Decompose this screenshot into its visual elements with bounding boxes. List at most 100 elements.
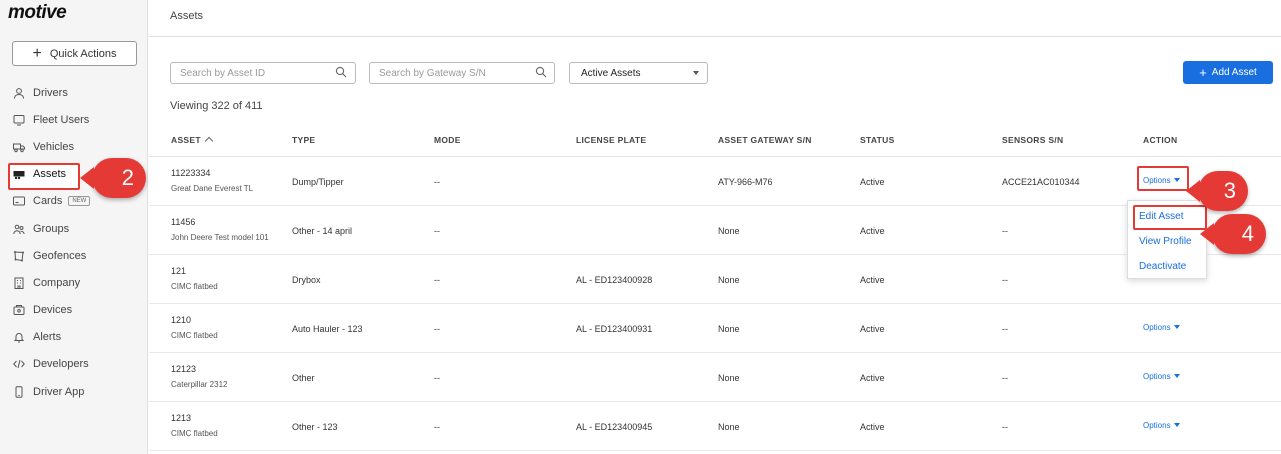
asset-mode: -- <box>434 226 440 236</box>
motive-logo[interactable]: motive <box>8 2 67 24</box>
sidebar-item-label: Assets <box>33 168 67 181</box>
asset-id[interactable]: 12123 <box>171 364 196 374</box>
sort-asc-icon <box>204 136 214 146</box>
asset-sensors: -- <box>1002 324 1008 334</box>
table-row[interactable]: 11456 John Deere Test model 101 Other - … <box>149 206 1281 255</box>
column-mode: MODE <box>434 135 461 145</box>
table-header: ASSET TYPE MODE LICENSE PLATE ASSET GATE… <box>149 128 1281 157</box>
asset-status-select[interactable]: Active Assets <box>569 62 708 84</box>
top-bar: Assets <box>149 0 1281 37</box>
asset-license-plate: AL - ED123400931 <box>576 324 653 334</box>
sidebar-item-label: Geofences <box>33 249 87 262</box>
column-sensors: SENSORS S/N <box>1002 135 1064 145</box>
asset-name: John Deere Test model 101 <box>171 233 269 242</box>
column-asset[interactable]: ASSET <box>171 135 214 146</box>
trailer-icon <box>13 168 25 180</box>
quick-actions-label: Quick Actions <box>49 47 117 60</box>
options-highlight <box>1137 166 1189 191</box>
column-license-plate: LICENSE PLATE <box>576 135 647 145</box>
table-row[interactable]: 121 CIMC flatbed Drybox -- AL - ED123400… <box>149 255 1281 304</box>
sidebar-item-driver-app[interactable]: Driver App <box>0 378 148 405</box>
table-row[interactable]: 11223334 Great Dane Everest TL Dump/Tipp… <box>149 157 1281 206</box>
asset-search-input[interactable] <box>170 62 356 84</box>
sidebar-item-devices[interactable]: Devices <box>0 297 148 324</box>
bell-icon <box>13 331 25 343</box>
options-button[interactable]: Options <box>1143 372 1180 381</box>
asset-name: Great Dane Everest TL <box>171 184 254 193</box>
sidebar-item-label: Cards <box>33 195 63 208</box>
asset-gateway: None <box>718 422 740 432</box>
sidebar-item-vehicles[interactable]: Vehicles <box>0 133 148 160</box>
asset-status: Active <box>860 226 885 236</box>
viewing-count: Viewing 322 of 411 <box>170 100 263 112</box>
sidebar-item-label: Drivers <box>33 86 68 99</box>
sidebar-item-alerts[interactable]: Alerts <box>0 324 148 351</box>
column-action: ACTION <box>1143 135 1178 145</box>
search-icon[interactable] <box>335 66 347 78</box>
table-row[interactable]: 12123 Caterpillar 2312 Other -- None Act… <box>149 353 1281 402</box>
sidebar-item-fleet-users[interactable]: Fleet Users <box>0 106 148 133</box>
asset-id[interactable]: 1210 <box>171 315 191 325</box>
asset-status: Active <box>860 177 885 187</box>
options-label: Options <box>1143 323 1171 332</box>
gateway-search-input[interactable] <box>369 62 555 84</box>
asset-sensors: -- <box>1002 422 1008 432</box>
chevron-down-icon <box>693 71 699 75</box>
search-icon[interactable] <box>535 66 547 78</box>
building-icon <box>13 277 25 289</box>
asset-gateway: None <box>718 275 740 285</box>
sidebar-item-label: Vehicles <box>33 140 74 153</box>
asset-status: Active <box>860 422 885 432</box>
sidebar-item-developers[interactable]: Developers <box>0 351 148 378</box>
asset-type: Other <box>292 373 315 383</box>
asset-status: Active <box>860 324 885 334</box>
sidebar-item-label: Driver App <box>33 385 85 398</box>
step-callout-2: 2 <box>80 158 146 198</box>
quick-actions-button[interactable]: + Quick Actions <box>12 41 137 66</box>
options-button[interactable]: Options <box>1143 421 1180 430</box>
asset-id[interactable]: 11223334 <box>171 168 210 178</box>
step-callout-4: 4 <box>1200 214 1266 254</box>
column-asset-gateway: ASSET GATEWAY S/N <box>718 135 812 145</box>
asset-gateway: None <box>718 226 740 236</box>
step-callout-3: 3 <box>1186 171 1248 211</box>
truck-icon <box>13 141 25 153</box>
asset-sensors: -- <box>1002 373 1008 383</box>
asset-status: Active <box>860 275 885 285</box>
options-button[interactable]: Options <box>1143 323 1180 332</box>
monitor-icon <box>13 114 25 126</box>
deactivate-menu-item[interactable]: Deactivate <box>1139 261 1186 272</box>
asset-id[interactable]: 11456 <box>171 217 195 227</box>
plus-icon: + <box>1199 65 1207 80</box>
sidebar-item-groups[interactable]: Groups <box>0 215 148 242</box>
options-label: Options <box>1143 421 1171 430</box>
plus-icon: + <box>32 44 42 62</box>
caret-down-icon <box>1173 374 1180 378</box>
asset-name: CIMC flatbed <box>171 282 218 291</box>
asset-license-plate: AL - ED123400945 <box>576 422 653 432</box>
asset-id[interactable]: 1213 <box>171 413 191 423</box>
asset-type: Other - 14 april <box>292 226 353 236</box>
asset-id[interactable]: 121 <box>171 266 186 276</box>
column-type: TYPE <box>292 135 316 145</box>
column-status: STATUS <box>860 135 895 145</box>
asset-type: Other - 123 <box>292 422 338 432</box>
asset-type: Dump/Tipper <box>292 177 344 187</box>
column-asset-label: ASSET <box>171 135 201 145</box>
caret-down-icon <box>1173 325 1180 329</box>
sidebar-item-company[interactable]: Company <box>0 269 148 296</box>
asset-name: CIMC flatbed <box>171 331 218 340</box>
sidebar-item-geofences[interactable]: Geofences <box>0 242 148 269</box>
sidebar-item-label: Fleet Users <box>33 113 90 126</box>
view-profile-menu-item[interactable]: View Profile <box>1139 236 1192 247</box>
table-row[interactable]: 1210 CIMC flatbed Auto Hauler - 123 -- A… <box>149 304 1281 353</box>
sidebar-nav: Drivers Fleet Users Vehicles Assets Card… <box>0 79 148 405</box>
add-asset-button[interactable]: + Add Asset <box>1183 61 1273 84</box>
table-row[interactable]: 1213 CIMC flatbed Other - 123 -- AL - ED… <box>149 402 1281 451</box>
asset-gateway: ATY-966-M76 <box>718 177 773 187</box>
asset-status-value: Active Assets <box>581 67 641 79</box>
sidebar-item-drivers[interactable]: Drivers <box>0 79 148 106</box>
geofence-icon <box>13 250 25 262</box>
new-badge: NEW <box>68 196 91 207</box>
options-label: Options <box>1143 372 1171 381</box>
